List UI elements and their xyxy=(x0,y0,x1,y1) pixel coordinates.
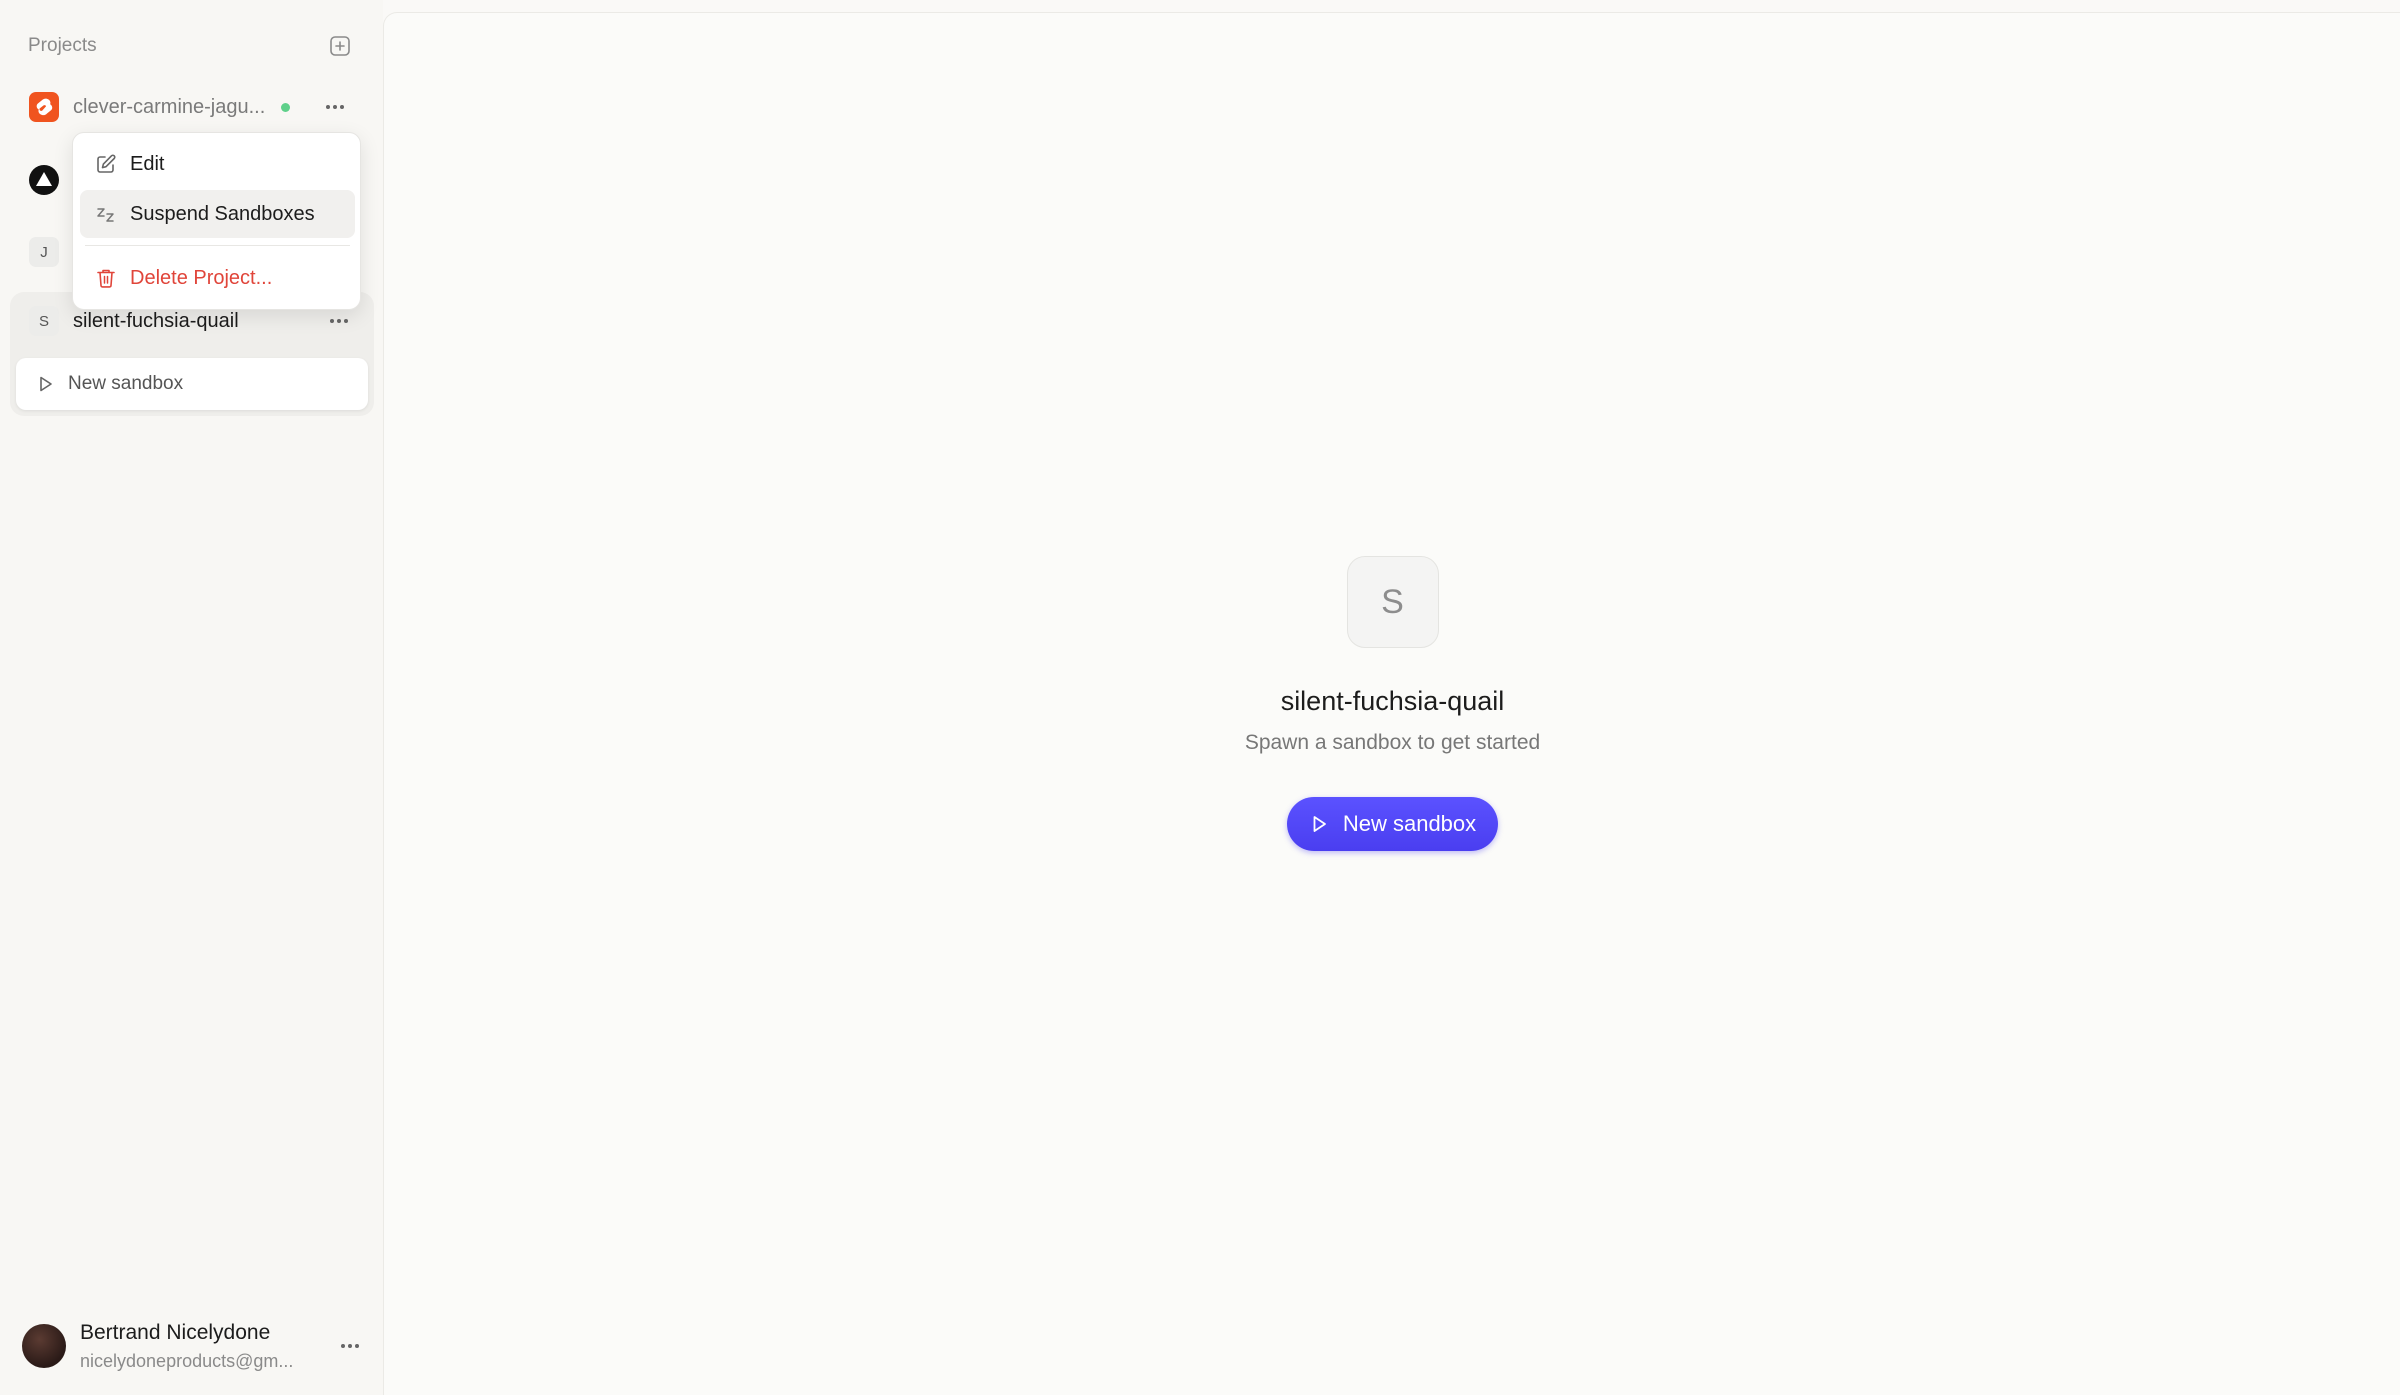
ellipsis-icon xyxy=(341,1344,359,1348)
user-email: nicelydoneproducts@gm... xyxy=(80,1350,294,1371)
project-title: silent-fuchsia-quail xyxy=(1280,686,1505,716)
project-context-menu: Edit Suspend Sandboxes Delete Project... xyxy=(72,132,361,310)
plus-square-icon xyxy=(330,36,350,56)
sleep-icon xyxy=(94,202,118,226)
edit-icon xyxy=(94,152,118,176)
main-panel: S silent-fuchsia-quail Spawn a sandbox t… xyxy=(383,12,2400,1395)
trash-icon xyxy=(94,266,118,290)
project-more-button[interactable] xyxy=(320,92,350,122)
project-name: clever-carmine-jagu... xyxy=(73,95,266,118)
new-sandbox-button-label: New sandbox xyxy=(1342,811,1477,836)
status-active-dot xyxy=(281,102,291,112)
project-item-clever-carmine[interactable]: clever-carmine-jagu... xyxy=(12,78,368,136)
ellipsis-icon xyxy=(330,319,348,323)
play-icon xyxy=(1307,812,1331,836)
project-more-button[interactable] xyxy=(324,306,354,336)
project-letter-icon: S xyxy=(28,305,60,337)
new-sandbox-button[interactable]: New sandbox xyxy=(1286,797,1499,851)
triangle-logo-icon xyxy=(28,164,60,196)
add-project-button[interactable] xyxy=(326,32,354,60)
sidebar-header: Projects xyxy=(28,30,354,62)
user-more-button[interactable] xyxy=(335,1331,365,1361)
sidebar-new-sandbox-button[interactable]: New sandbox xyxy=(16,358,368,410)
user-footer[interactable]: Bertrand Nicelydone nicelydoneproducts@g… xyxy=(0,1312,383,1380)
user-info: Bertrand Nicelydone nicelydoneproducts@g… xyxy=(80,1321,320,1372)
user-name: Bertrand Nicelydone xyxy=(80,1320,271,1344)
menu-divider xyxy=(85,245,350,246)
empty-state: S silent-fuchsia-quail Spawn a sandbox t… xyxy=(384,556,2400,851)
play-icon xyxy=(34,373,56,395)
sidebar-title: Projects xyxy=(28,35,97,56)
avatar xyxy=(22,1324,66,1368)
menu-item-suspend-sandboxes[interactable]: Suspend Sandboxes xyxy=(80,190,355,238)
menu-item-label: Edit xyxy=(130,152,165,175)
menu-item-edit[interactable]: Edit xyxy=(80,140,355,188)
sidebar: Projects clever-carmine-jagu... J S sile… xyxy=(0,0,383,1395)
ellipsis-icon xyxy=(326,105,344,109)
letter-avatar: J xyxy=(29,237,59,267)
menu-item-label: Delete Project... xyxy=(130,266,273,289)
empty-state-subtitle: Spawn a sandbox to get started xyxy=(1244,731,1541,754)
new-sandbox-label: New sandbox xyxy=(68,373,184,394)
menu-item-delete-project[interactable]: Delete Project... xyxy=(80,254,355,302)
svelte-logo-icon xyxy=(28,91,60,123)
project-letter-icon: J xyxy=(28,236,60,268)
project-avatar: S xyxy=(1346,556,1439,648)
selected-project-card: S silent-fuchsia-quail New sandbox xyxy=(10,292,374,416)
project-name: silent-fuchsia-quail xyxy=(73,309,239,332)
letter-avatar: S xyxy=(29,306,59,336)
menu-item-label: Suspend Sandboxes xyxy=(130,202,315,225)
